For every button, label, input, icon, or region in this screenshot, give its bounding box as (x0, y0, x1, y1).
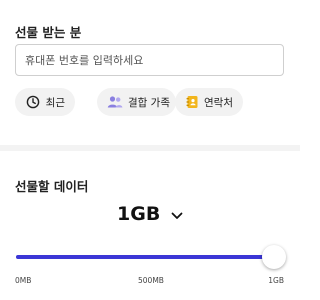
contacts-book-icon (185, 94, 199, 110)
recipient-section-title: 선물 받는 분 (15, 25, 82, 40)
data-slider-thumb[interactable] (262, 245, 286, 269)
recent-button[interactable]: 최근 (15, 88, 75, 116)
slider-mid-label: 500MB (138, 276, 164, 285)
data-section-title: 선물할 데이터 (15, 179, 89, 194)
contacts-button[interactable]: 연락처 (175, 88, 243, 116)
quick-select-row: 최근 결합 가족 연락처 (15, 88, 285, 116)
phone-number-input[interactable] (15, 44, 284, 76)
recent-label: 최근 (45, 96, 65, 109)
data-slider-fill (16, 255, 274, 259)
people-icon (107, 94, 123, 110)
contacts-label: 연락처 (204, 96, 233, 109)
data-amount-value: 1GB (117, 203, 161, 225)
clock-icon (25, 94, 41, 110)
data-amount-select[interactable]: 1GB (0, 203, 300, 226)
family-label: 결합 가족 (128, 96, 170, 109)
slider-min-label: 0MB (15, 276, 32, 285)
section-divider (0, 145, 300, 151)
slider-max-label: 1GB (268, 276, 284, 285)
family-button[interactable]: 결합 가족 (97, 88, 176, 116)
chevron-down-icon (171, 204, 183, 226)
data-slider-track[interactable] (16, 255, 274, 259)
